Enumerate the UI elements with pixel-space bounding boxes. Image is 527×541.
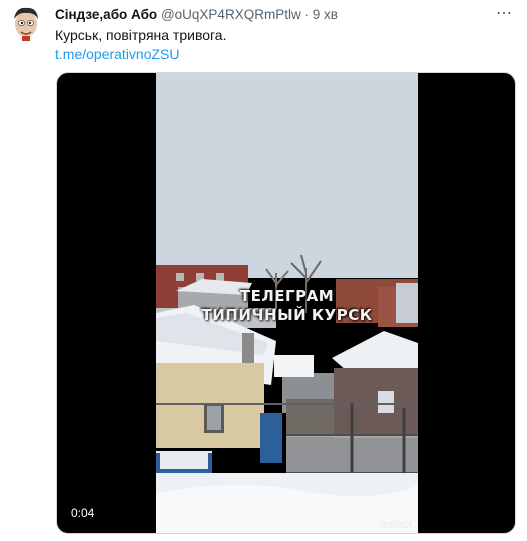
video-duration-badge: 0:04 xyxy=(67,505,99,521)
more-options-icon[interactable]: ⋯ xyxy=(496,3,513,23)
display-name[interactable]: Сіндзе,або Або xyxy=(55,7,157,22)
timestamp[interactable]: 9 хв xyxy=(313,7,338,22)
tweet-link[interactable]: t.me/operativnoZSU xyxy=(55,46,180,62)
avatar[interactable] xyxy=(10,5,42,41)
tweet-text: Курськ, повітряна тривога. xyxy=(55,27,227,43)
separator-dot: · xyxy=(304,7,309,22)
tweet-header: Сіндзе,або Або @oUqXP4RXQRmPtlw · 9 хв xyxy=(55,7,338,22)
user-handle[interactable]: @oUqXP4RXQRmPtlw xyxy=(161,7,301,22)
video-player[interactable]: ТЕЛЕГРАМ ТИПИЧНЫЙ КУРСК InShOt 0:04 xyxy=(56,72,516,534)
video-frame xyxy=(156,73,418,533)
